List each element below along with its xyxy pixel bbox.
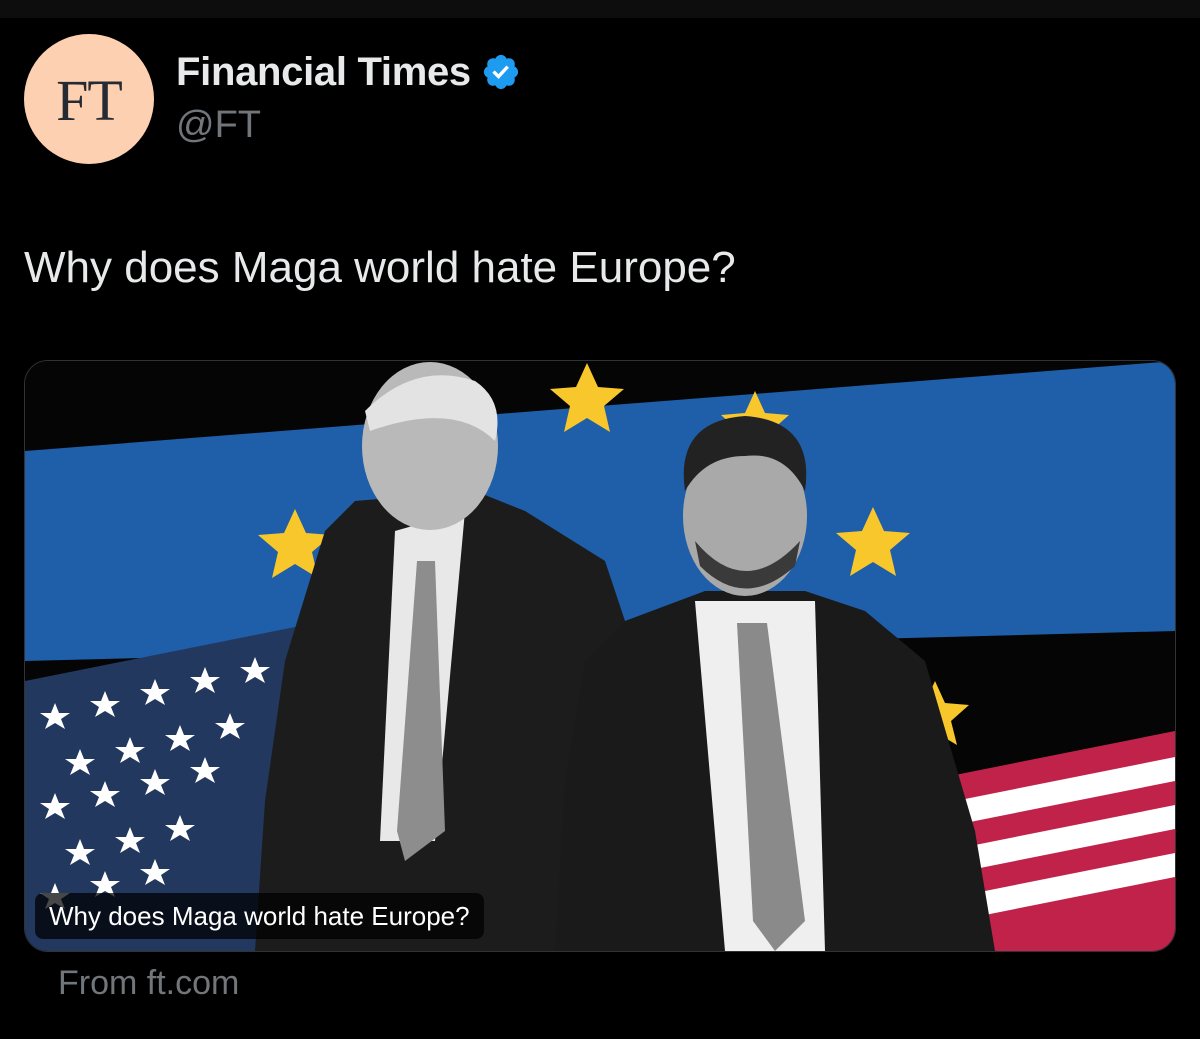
- ft-logo: FT: [56, 68, 123, 133]
- author-name-row: Financial Times: [176, 48, 521, 96]
- author-handle[interactable]: @FT: [176, 104, 261, 147]
- tweet-text: Why does Maga world hate Europe?: [24, 243, 736, 292]
- verified-badge-icon: [483, 54, 518, 90]
- link-card[interactable]: Why does Maga world hate Europe?: [24, 360, 1176, 952]
- card-source[interactable]: From ft.com: [58, 964, 239, 1003]
- top-strip: [0, 0, 1200, 18]
- card-image: [25, 361, 1175, 951]
- author-name[interactable]: Financial Times: [176, 50, 471, 95]
- author-avatar[interactable]: FT: [24, 34, 154, 164]
- card-caption: Why does Maga world hate Europe?: [35, 893, 484, 939]
